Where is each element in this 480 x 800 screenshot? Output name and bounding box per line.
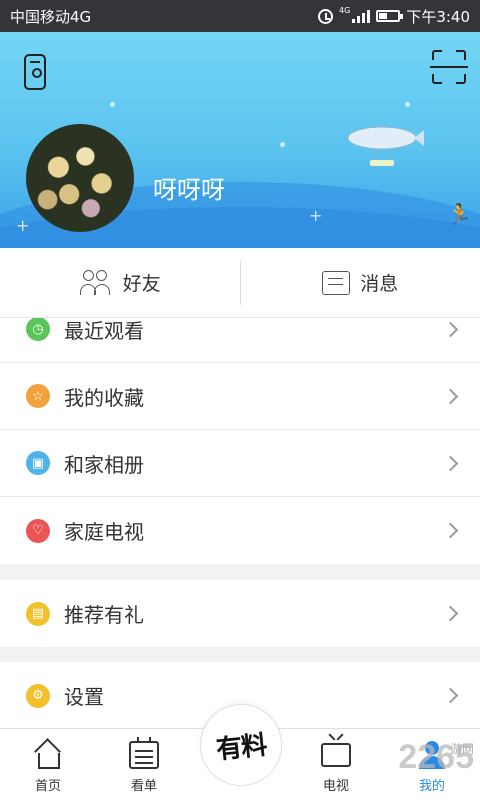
gift-icon: ▤ [26, 601, 50, 626]
menu-item-label: 我的收藏 [64, 385, 144, 410]
friends-button[interactable]: 好友 [0, 248, 240, 317]
menu-item-favorites[interactable]: ☆ 我的收藏 [0, 363, 480, 430]
chevron-right-icon [442, 522, 459, 539]
center-button-label: 有料 [214, 729, 268, 766]
avatar[interactable] [26, 124, 134, 232]
chevron-right-icon [442, 321, 459, 337]
clock-icon: ◷ [26, 318, 50, 341]
chevron-right-icon [442, 455, 459, 471]
message-icon [322, 270, 351, 295]
menu-item-family-tv[interactable]: ♡ 家庭电视 [0, 497, 480, 564]
chevron-right-icon [442, 605, 459, 622]
friends-icon [79, 269, 113, 296]
clock-time: 下午3:40 [406, 7, 470, 26]
menu-item-label: 和家相册 [64, 452, 144, 477]
watermark-sub: 游网 [449, 742, 474, 756]
messages-button[interactable]: 消息 [241, 248, 480, 317]
tab-label: 我的 [418, 779, 445, 794]
tab-label: 电视 [322, 779, 349, 794]
menu-group-referral: ▤ 推荐有礼 [0, 580, 480, 647]
star-icon: ☆ [26, 384, 50, 408]
youliao-center-button[interactable]: 有料 [200, 704, 282, 786]
network-type-label: 4G [339, 6, 351, 15]
calendar-icon [129, 737, 159, 769]
decor-dot [405, 102, 410, 107]
tab-tv[interactable]: 电视 [288, 729, 384, 800]
runner-icon: 🏃 [447, 202, 472, 226]
battery-icon [376, 10, 404, 22]
menu-item-label: 家庭电视 [64, 520, 144, 544]
menu-item-referral[interactable]: ▤ 推荐有礼 [0, 580, 480, 647]
album-icon: ▣ [26, 451, 50, 475]
tab-watchlist[interactable]: 看单 [96, 729, 192, 800]
username[interactable]: 呀呀呀 [153, 170, 225, 205]
menu-item-album[interactable]: ▣ 和家相册 [0, 430, 480, 497]
airship-icon [347, 126, 424, 166]
carrier-label: 中国移动4G [10, 7, 92, 26]
menu-item-label: 设置 [64, 685, 104, 709]
profile-header: + + 🏃 呀呀呀 [0, 32, 480, 248]
heart-icon: ♡ [26, 518, 50, 543]
menu-group-main: ◷ 最近观看 ☆ 我的收藏 ▣ 和家相册 ♡ 家庭电视 [0, 318, 480, 564]
scan-icon[interactable] [430, 50, 468, 84]
menu-item-label: 最近观看 [64, 318, 144, 343]
watermark-logo: 游网 2265 [398, 738, 474, 777]
home-icon [34, 743, 62, 769]
signal-icon [352, 9, 371, 23]
decor-sparkle-icon: + [309, 206, 323, 225]
decor-dot [110, 102, 115, 107]
messages-label: 消息 [360, 273, 399, 295]
alarm-icon [318, 8, 334, 24]
friends-label: 好友 [122, 273, 161, 295]
chevron-right-icon [442, 388, 459, 404]
chevron-right-icon [442, 687, 459, 704]
tab-home[interactable]: 首页 [0, 729, 96, 800]
gear-icon: ⚙ [26, 683, 50, 708]
remote-control-icon[interactable] [24, 54, 46, 90]
tab-label: 看单 [130, 779, 157, 794]
quick-links-bar: 好友 消息 [0, 248, 480, 318]
status-bar: 中国移动4G 4G 下午3:40 [0, 0, 480, 32]
decor-sparkle-icon: + [16, 216, 30, 235]
menu-item-label: 推荐有礼 [64, 603, 144, 627]
tv-icon [321, 743, 351, 767]
decor-dot [280, 142, 285, 147]
tab-label: 首页 [34, 779, 61, 794]
